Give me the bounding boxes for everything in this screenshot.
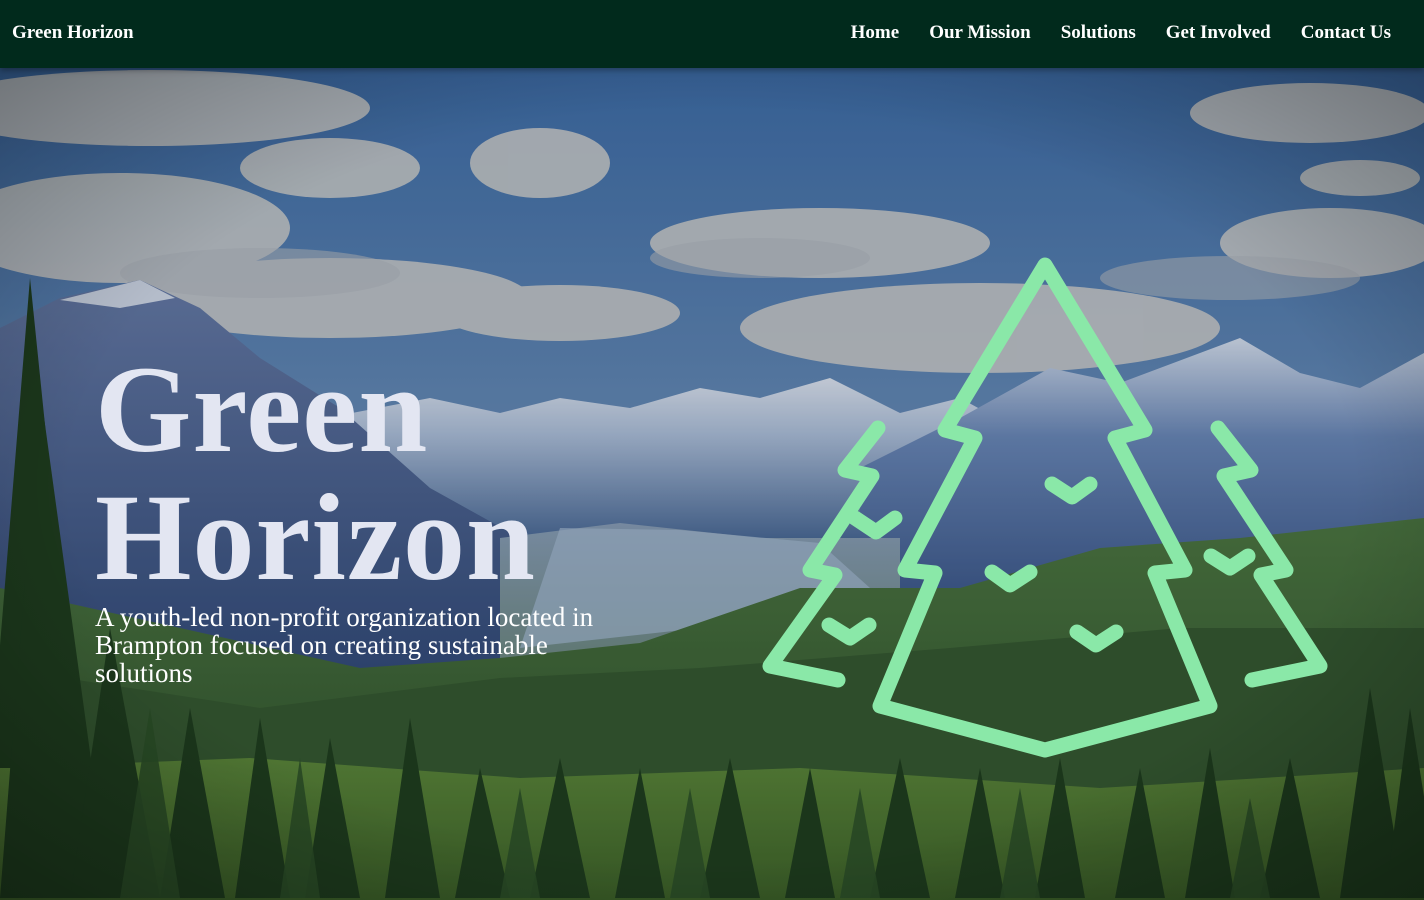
hero-title-line-1: Green xyxy=(95,341,429,478)
top-navbar: Green Horizon Home Our Mission Solutions… xyxy=(0,0,1424,68)
nav-link-home[interactable]: Home xyxy=(851,22,900,44)
nav-link-get-involved[interactable]: Get Involved xyxy=(1166,22,1271,44)
hero-subtitle: A youth-led non-profit organization loca… xyxy=(95,602,594,688)
pine-trees-outline-icon xyxy=(762,257,1328,758)
nav-link-contact-us[interactable]: Contact Us xyxy=(1301,22,1391,44)
brand-link[interactable]: Green Horizon xyxy=(12,22,134,44)
nav-links: Home Our Mission Solutions Get Involved … xyxy=(851,22,1391,44)
nav-link-our-mission[interactable]: Our Mission xyxy=(929,22,1031,44)
hero-title: Green Horizon xyxy=(95,346,536,602)
hero-title-line-2: Horizon xyxy=(95,469,536,606)
nav-link-solutions[interactable]: Solutions xyxy=(1061,22,1136,44)
hero-section: Green Horizon A youth-led non-profit org… xyxy=(0,68,1424,900)
